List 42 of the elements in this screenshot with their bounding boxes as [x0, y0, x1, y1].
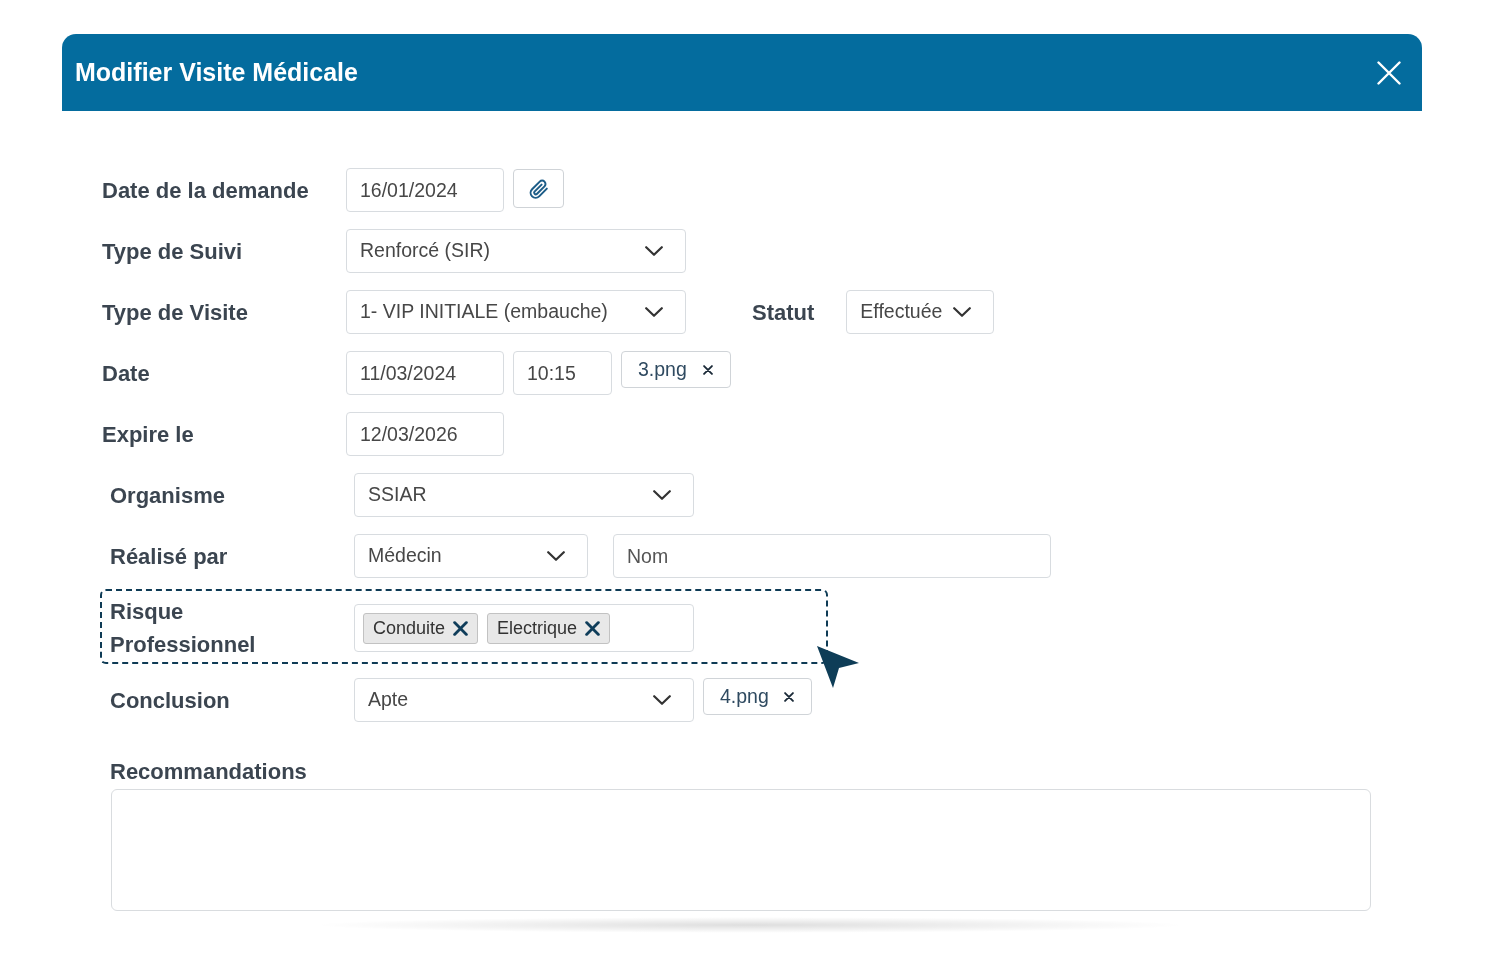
date-input[interactable]: 11/03/2024: [346, 351, 504, 395]
field-label: Risque Professionnel: [110, 598, 257, 659]
time-input[interactable]: 10:15: [513, 351, 612, 395]
field-label: Expire le: [102, 420, 194, 449]
field-label: Date de la demande: [102, 176, 309, 205]
field-label: Type de Visite: [102, 298, 248, 327]
chevron-down-icon: [653, 695, 671, 705]
dropdown-select[interactable]: 1- VIP INITIALE (embauche): [346, 290, 686, 334]
remove-icon[interactable]: [585, 620, 601, 636]
field-label: Conclusion: [110, 686, 230, 715]
field-label: Organisme: [110, 481, 225, 510]
remove-icon[interactable]: [784, 691, 794, 702]
chevron-down-icon: [547, 551, 565, 561]
remove-icon[interactable]: [453, 620, 469, 636]
dialog-title: Modifier Visite Médicale: [75, 56, 358, 88]
dropdown-select[interactable]: Apte: [354, 678, 694, 722]
file-name: 4.png: [720, 686, 769, 707]
section-label: Recommandations: [110, 759, 307, 785]
dropdown-select[interactable]: Médecin: [354, 534, 588, 578]
chevron-down-icon: [645, 307, 663, 317]
tag-label: Conduite: [373, 616, 446, 640]
dropdown-select[interactable]: SSIAR: [354, 473, 694, 517]
cursor-arrow-icon: [816, 645, 860, 689]
chevron-down-icon: [953, 307, 972, 317]
date-input[interactable]: 16/01/2024: [346, 168, 504, 212]
field-label: Type de Suivi: [102, 237, 243, 266]
field-label: Date: [102, 359, 150, 388]
close-icon[interactable]: [1377, 60, 1401, 85]
field-label: Statut: [752, 298, 815, 327]
chevron-down-icon: [653, 490, 671, 500]
name-input[interactable]: Nom: [613, 534, 1051, 578]
tag-label: Electrique: [497, 616, 578, 640]
field-label: Réalisé par: [110, 542, 228, 571]
paperclip-icon: [528, 178, 549, 199]
remove-icon[interactable]: [703, 364, 713, 375]
dropdown-select[interactable]: Renforcé (SIR): [346, 229, 686, 273]
date-input[interactable]: 12/03/2026: [346, 412, 504, 456]
chevron-down-icon: [645, 246, 663, 256]
file-name: 3.png: [638, 359, 687, 380]
multiselect-field[interactable]: Conduite Electrique: [354, 604, 694, 652]
attach-button[interactable]: [513, 169, 564, 208]
dropdown-select[interactable]: Effectuée: [846, 290, 995, 334]
